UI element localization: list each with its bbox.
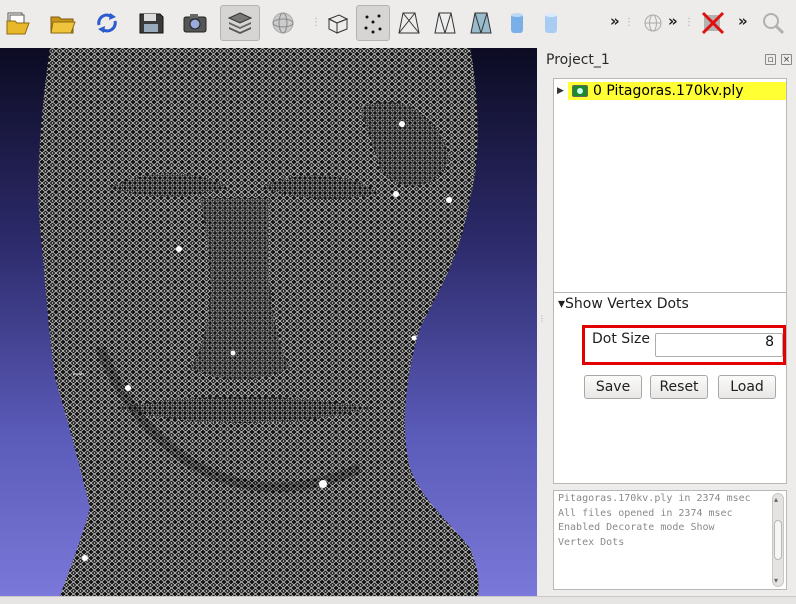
visibility-eye-icon[interactable]	[572, 85, 588, 97]
toolbar-separator: ⋮	[684, 17, 694, 28]
project-title: Project_1	[546, 52, 610, 68]
reload-icon[interactable]	[90, 5, 124, 41]
dot-size-input[interactable]: 8	[655, 333, 783, 357]
load-button[interactable]: Load	[718, 375, 776, 399]
meshlab-window: ⋮ » ⋮ » ⋮ » ⋮ Project_1 ▫ × ▶ 0 Pitagora…	[0, 0, 796, 604]
3d-viewport[interactable]	[0, 48, 537, 596]
flat-lines-icon[interactable]	[464, 5, 498, 41]
close-dock-button[interactable]: ×	[781, 54, 792, 65]
main-toolbar: ⋮ » ⋮ » ⋮ »	[0, 0, 796, 46]
wire-icon[interactable]	[392, 5, 426, 41]
scroll-up-icon[interactable]: ▴	[774, 495, 778, 504]
search-icon[interactable]	[756, 5, 790, 41]
decorator-header[interactable]: ▾Show Vertex Dots	[558, 296, 689, 312]
hidden-lines-icon[interactable]	[428, 5, 462, 41]
points-icon[interactable]	[356, 5, 390, 41]
toolbar-overflow-chevron[interactable]: »	[668, 12, 678, 30]
reset-button[interactable]: Reset	[650, 375, 708, 399]
globe-icon[interactable]	[636, 5, 670, 41]
decorator-panel: ▾Show Vertex Dots Dot Size 8 Save Reset …	[553, 292, 787, 484]
status-bar	[0, 596, 796, 604]
bbox-icon[interactable]	[320, 5, 354, 41]
open-mesh-icon[interactable]	[46, 5, 80, 41]
log-vscrollbar[interactable]: ▴ ▾	[772, 493, 784, 587]
layer-dialog: Project_1 ▫ × ▶ 0 Pitagoras.170kv.ply ◂ …	[545, 46, 796, 604]
open-project-icon[interactable]	[2, 5, 36, 41]
expand-arrow-icon[interactable]: ▶	[557, 86, 564, 96]
smooth-icon[interactable]	[534, 5, 568, 41]
save-button[interactable]: Save	[584, 375, 642, 399]
save-icon[interactable]	[134, 5, 168, 41]
dot-size-label: Dot Size	[592, 331, 651, 347]
layers-icon[interactable]	[220, 5, 260, 41]
layer-list: ▶ 0 Pitagoras.170kv.ply ◂ ▸	[553, 78, 787, 312]
toolbar-separator: ⋮	[311, 17, 321, 28]
delete-icon[interactable]	[696, 5, 730, 41]
log-window[interactable]: Pitagoras.170kv.ply in 2374 msec All fil…	[553, 490, 787, 590]
toolbar-separator: ⋮	[624, 17, 634, 28]
toolbar-overflow-chevron[interactable]: »	[738, 12, 748, 30]
mesh-render	[38, 48, 479, 596]
scroll-thumb[interactable]	[774, 520, 782, 560]
panel-splitter[interactable]: ⋮	[537, 48, 546, 596]
snapshot-icon[interactable]	[178, 5, 212, 41]
log-text: Pitagoras.170kv.ply in 2374 msec All fil…	[558, 493, 751, 548]
toolbar-overflow-chevron[interactable]: »	[610, 12, 620, 30]
wireframe-sphere-icon[interactable]	[266, 5, 300, 41]
flat-icon[interactable]	[500, 5, 534, 41]
float-dock-button[interactable]: ▫	[765, 54, 776, 65]
layer-label: 0 Pitagoras.170kv.ply	[593, 83, 744, 99]
scroll-down-icon[interactable]: ▾	[774, 576, 778, 585]
layer-row-selected[interactable]: 0 Pitagoras.170kv.ply	[568, 82, 786, 100]
